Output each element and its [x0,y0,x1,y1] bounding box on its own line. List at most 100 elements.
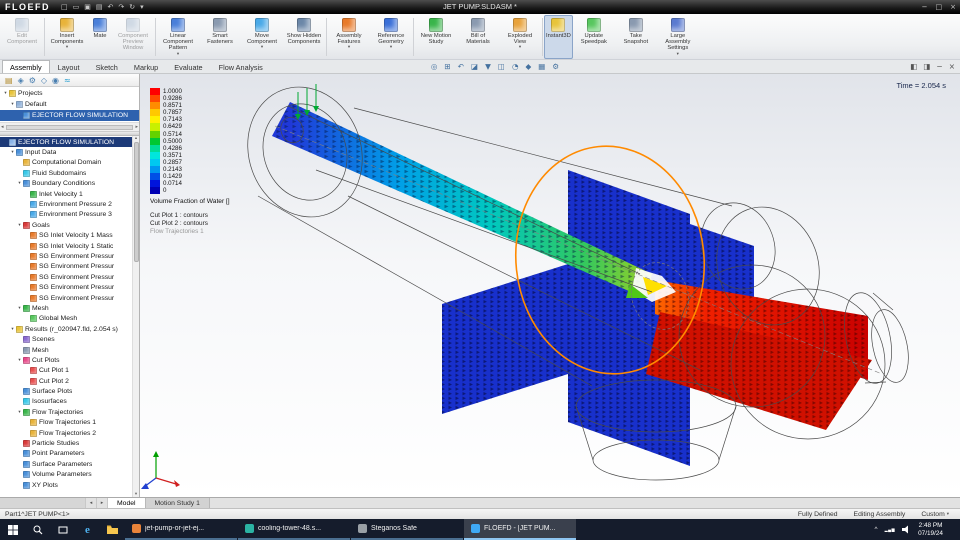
search-icon[interactable] [25,519,50,540]
file-explorer-icon[interactable] [100,519,125,540]
tree-item-projects[interactable]: ▾ Projects [0,88,139,99]
start-button[interactable] [0,519,25,540]
tree-item-mesh[interactable]: ▾ Mesh [0,303,132,313]
statusbar-custom[interactable]: Custom ▾ [921,511,955,518]
tree-item-point-parameters[interactable]: Point Parameters [0,449,132,459]
tree-item-inlet-velocity-1[interactable]: Inlet Velocity 1 [0,189,132,199]
tree-item-default[interactable]: ▾ Default [0,99,139,110]
view-orientation-icon[interactable]: ▼ [485,62,491,71]
tree-item-sg-environment-pressur[interactable]: SG Environment Pressur [0,251,132,261]
edit-appearance-icon[interactable]: ◆ [525,62,531,71]
ribbon-button-update-speedpak[interactable]: Update Speedpak [573,15,615,59]
open-icon[interactable]: ▭ [72,0,81,14]
tab-markup[interactable]: Markup [126,60,166,73]
ribbon-button-exploded-view[interactable]: Exploded View ▾ [499,15,541,59]
ribbon-button-assembly-features[interactable]: Assembly Features ▾ [328,15,370,59]
tree-item-environment-pressure-2[interactable]: Environment Pressure 2 [0,199,132,209]
close-view-icon[interactable]: × [949,62,955,71]
sheet-tab-model[interactable]: Model [108,498,146,508]
tree-item-sg-environment-pressur[interactable]: SG Environment Pressur [0,293,132,303]
scroll-left-icon[interactable]: ◂ [1,124,4,130]
rebuild-icon[interactable]: ↻ [128,0,136,14]
zoom-fit-icon[interactable]: ◎ [431,62,438,71]
ribbon-button-edit-component[interactable]: Edit Component [1,15,43,59]
tree-item-sg-environment-pressur[interactable]: SG Environment Pressur [0,282,132,292]
tree-item-xy-plots[interactable]: XY Plots [0,480,132,490]
ribbon-button-smart-fasteners[interactable]: Smart Fasteners [199,15,241,59]
tree-item-mesh[interactable]: Mesh [0,345,132,355]
sheet-tabs-scroll-left[interactable]: ◂ [86,498,97,508]
expander-icon[interactable]: ▾ [9,150,16,155]
scrollbar-thumb[interactable] [133,142,139,262]
tree-item-input-data[interactable]: ▾ Input Data [0,147,132,157]
tree-item-volume-parameters[interactable]: Volume Parameters [0,470,132,480]
ribbon-button-instant3d[interactable]: Instant3D [544,15,573,59]
sheet-tab-motion-study-1[interactable]: Motion Study 1 [145,498,210,508]
options-dropdown-icon[interactable]: ▾ [139,0,145,14]
feature-manager-tab[interactable]: ▤ [5,74,13,87]
taskbar-app-cooling-tower-48-s[interactable]: cooling-tower-48.s... [238,519,350,540]
configuration-manager-tab[interactable]: ⚙ [29,74,36,87]
expander-icon[interactable]: ▾ [16,358,23,363]
print-icon[interactable]: ▤ [95,0,104,14]
tree-item-sg-inlet-velocity-1-mass[interactable]: SG Inlet Velocity 1 Mass [0,231,132,241]
restore-button[interactable]: □ [932,0,947,14]
expander-icon[interactable]: ▾ [16,410,23,415]
ribbon-button-insert-components[interactable]: Insert Components ▾ [46,15,88,59]
tree-item-sg-environment-pressur[interactable]: SG Environment Pressur [0,272,132,282]
tab-flow-analysis[interactable]: Flow Analysis [211,60,271,73]
tree-item-fluid-subdomains[interactable]: Fluid Subdomains [0,168,132,178]
tab-layout[interactable]: Layout [50,60,88,73]
ribbon-button-component-preview-window[interactable]: Component Preview Window [112,15,154,59]
expander-icon[interactable]: ▾ [9,102,16,107]
ribbon-button-move-component[interactable]: Move Component ▾ [241,15,283,59]
minimize-view-icon[interactable]: − [936,62,942,71]
ribbon-button-mate[interactable]: Mate [88,15,112,59]
ribbon-button-linear-component-pattern[interactable]: Linear Component Pattern ▾ [157,15,199,59]
tab-evaluate[interactable]: Evaluate [166,60,210,73]
network-icon[interactable]: ▂▄▆ [885,527,896,532]
expander-icon[interactable]: ▾ [2,91,9,96]
undo-icon[interactable]: ↶ [107,0,115,14]
expander-icon[interactable]: ▾ [9,327,16,332]
ribbon-button-reference-geometry[interactable]: Reference Geometry ▾ [370,15,412,59]
hide-show-items-icon[interactable]: ◔ [512,62,519,71]
tree-item-surface-plots[interactable]: Surface Plots [0,386,132,396]
taskbar-app-jet-pump-or-jet-ej[interactable]: jet-pump-or-jet-ej... [125,519,237,540]
expander-icon[interactable]: ▾ [16,306,23,311]
tree-item-particle-studies[interactable]: Particle Studies [0,438,132,448]
property-manager-tab[interactable]: ◈ [18,74,24,87]
tray-chevron-icon[interactable]: ^ [875,526,878,533]
flow-simulation-tab[interactable]: ≈ [64,74,71,87]
tree-item-cut-plots[interactable]: ▾ Cut Plots [0,355,132,365]
expander-icon[interactable]: ▾ [16,223,23,228]
scroll-down-icon[interactable]: ▾ [135,492,137,497]
minimize-button[interactable]: − [918,0,932,14]
section-view-icon[interactable]: ◪ [471,62,478,71]
tree-item-results-r-020947-fld-2-054-s[interactable]: ▾ Results (r_020947.fld, 2.054 s) [0,324,132,334]
volume-icon[interactable] [902,521,911,539]
tree-item-ejector-flow-simulation[interactable]: EJECTOR FLOW SIMULATION [0,110,139,121]
tree-item-sg-inlet-velocity-1-static[interactable]: SG Inlet Velocity 1 Static [0,241,132,251]
save-icon[interactable]: ▣ [83,0,92,14]
redo-icon[interactable]: ↷ [117,0,125,14]
sheet-tabs-scroll-right[interactable]: ▸ [97,498,108,508]
ribbon-button-show-hidden-components[interactable]: Show Hidden Components [283,15,325,59]
tree-item-ejector-flow-simulation[interactable]: EJECTOR FLOW SIMULATION [0,137,132,148]
project-tree-scrollbar[interactable]: ◂ ▸ [0,123,139,132]
simulation-tree-scrollbar[interactable]: ▴ ▾ [132,136,139,497]
scroll-up-icon[interactable]: ▴ [135,136,137,141]
close-button[interactable]: × [946,0,960,14]
tree-item-surface-parameters[interactable]: Surface Parameters [0,459,132,469]
tree-item-flow-trajectories-2[interactable]: Flow Trajectories 2 [0,428,132,438]
edge-icon[interactable]: e [75,519,100,540]
display-manager-tab[interactable]: ◉ [52,74,59,87]
view-settings-icon[interactable]: ⚙ [552,62,559,71]
tree-item-environment-pressure-3[interactable]: Environment Pressure 3 [0,210,132,220]
tab-assembly[interactable]: Assembly [2,60,50,73]
graphics-viewport[interactable]: Time = 2.054 s 1.0000 0.9286 0.8571 0.7857 0… [140,74,960,497]
tree-item-sg-environment-pressur[interactable]: SG Environment Pressur [0,262,132,272]
ribbon-button-take-snapshot[interactable]: Take Snapshot [615,15,657,59]
tree-item-scenes[interactable]: Scenes [0,334,132,344]
expander-icon[interactable]: ▾ [16,181,23,186]
